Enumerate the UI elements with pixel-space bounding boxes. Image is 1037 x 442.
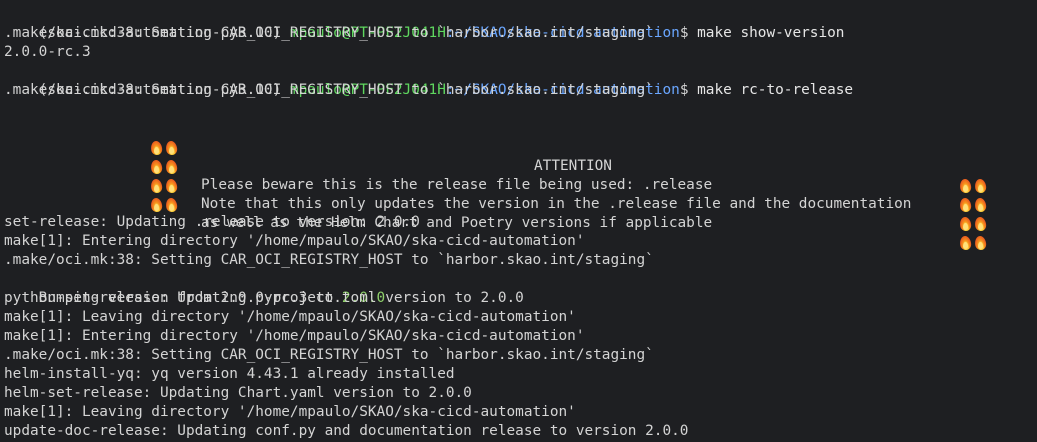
log-line: .make/oci.mk:38: Setting CAR_OCI_REGISTR… — [4, 252, 654, 268]
prompt-line: (ska-cicd-automation-py3.10) mpaulo@PT-P… — [4, 62, 853, 98]
log-line: python-set-release: Updating pyproject.t… — [4, 290, 524, 306]
log-line: update-doc-release: Updating conf.py and… — [4, 423, 689, 439]
log-line: make[1]: Entering directory '/home/mpaul… — [4, 233, 585, 249]
command-text: make rc-to-release — [688, 82, 854, 98]
log-line: helm-install-yq: yq version 4.43.1 alrea… — [4, 366, 455, 382]
banner-line: Note that this only updates the version … — [201, 196, 912, 212]
output-line: .make/oci.mk:38: Setting CAR_OCI_REGISTR… — [4, 82, 654, 98]
log-line: set-release: Updating .release to versio… — [4, 214, 420, 230]
log-line: Bumping version from 2.0.0-rc.3 to 2.0.0 — [4, 270, 386, 306]
fire-icon — [960, 195, 994, 214]
fire-icon — [151, 195, 185, 214]
log-line: .make/oci.mk:38: Setting CAR_OCI_REGISTR… — [4, 347, 654, 363]
fire-icon — [960, 233, 994, 252]
terminal-window[interactable]: (ska-cicd-automation-py3.10) mpaulo@PT-P… — [0, 0, 1037, 442]
fire-icon — [960, 214, 994, 233]
log-line: make[1]: Leaving directory '/home/mpaulo… — [4, 404, 576, 420]
banner-row: ATTENTION — [0, 119, 1037, 192]
prompt-line: (ska-cicd-automation-py3.10) mpaulo@PT-P… — [4, 5, 845, 41]
banner-row: Please beware this is the release file b… — [0, 138, 1037, 211]
banner-row: Note that this only updates the version … — [0, 157, 1037, 230]
command-text: make show-version — [688, 25, 845, 41]
banner-row: as well as the Helm Chart and Poetry ver… — [0, 176, 1037, 249]
log-line: helm-set-release: Updating Chart.yaml ve… — [4, 385, 472, 401]
output-version: 2.0.0-rc.3 — [4, 44, 91, 60]
log-line: make[1]: Leaving directory '/home/mpaulo… — [4, 309, 576, 325]
output-line: .make/oci.mk:38: Setting CAR_OCI_REGISTR… — [4, 25, 654, 41]
log-line: make[1]: Entering directory '/home/mpaul… — [4, 328, 585, 344]
